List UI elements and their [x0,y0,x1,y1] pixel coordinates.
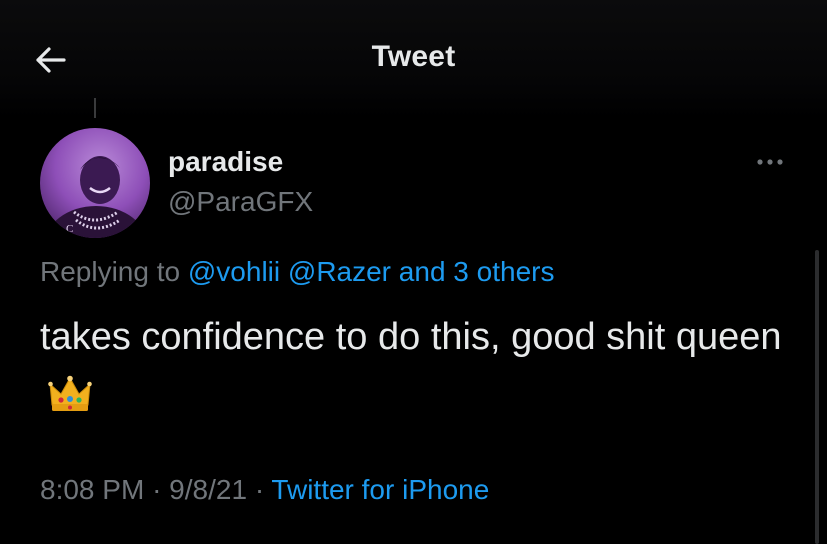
top-bar: Tweet [0,0,827,118]
tweet-metadata: 8:08 PM · 9/8/21 · Twitter for iPhone [40,474,489,506]
user-handle[interactable]: @ParaGFX [168,186,313,218]
crown-icon [48,375,92,411]
tweet-text: takes confidence to do this, good shit q… [40,316,782,358]
tweet-body: takes confidence to do this, good shit q… [40,308,800,430]
more-horizontal-icon [757,159,783,165]
mention-link[interactable]: @Razer [288,256,391,287]
thread-connector-line [94,98,96,118]
replying-to: Replying to @vohlii @Razer and 3 others [40,256,554,288]
profile-photo: C [40,128,150,238]
separator: · [254,474,265,505]
svg-text:C: C [66,223,73,235]
separator: · [152,474,162,505]
avatar[interactable]: C [40,128,150,238]
tweet-date[interactable]: 9/8/21 [169,474,247,505]
page-title: Tweet [371,40,456,73]
replying-prefix: Replying to [40,256,181,287]
crown-emoji [48,372,92,430]
and-others-link[interactable]: and 3 others [399,256,555,287]
tweet-time[interactable]: 8:08 PM [40,474,144,505]
more-options-button[interactable] [752,150,788,174]
tweet-source-link[interactable]: Twitter for iPhone [271,474,489,505]
mention-link[interactable]: @vohlii [188,256,280,287]
scrollbar[interactable] [815,250,819,544]
display-name[interactable]: paradise [168,146,283,178]
